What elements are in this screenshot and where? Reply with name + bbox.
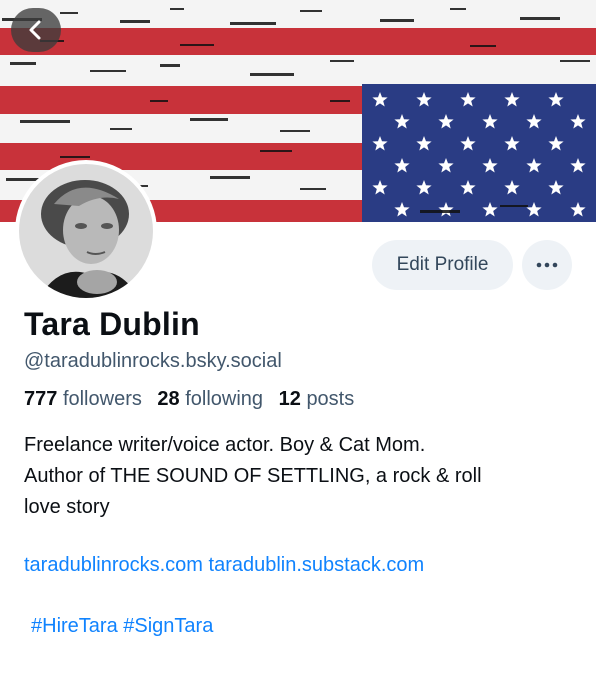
following-label: following: [185, 388, 264, 410]
profile-handle: @taradublinrocks.bsky.social: [24, 350, 282, 372]
bio-line: Freelance writer/voice actor. Boy & Cat …: [24, 434, 426, 456]
followers-count: 777: [24, 388, 58, 410]
followers-stat[interactable]: 777 followers: [24, 388, 142, 410]
avatar-photo: [19, 164, 153, 298]
hashtag-link[interactable]: #HireTara: [31, 615, 118, 637]
more-options-button[interactable]: [522, 240, 572, 290]
profile-hashtags: #HireTara #SignTara: [31, 615, 213, 638]
following-count: 28: [157, 388, 180, 410]
avatar[interactable]: [15, 160, 157, 302]
following-stat[interactable]: 28 following: [157, 388, 263, 410]
ellipsis-icon: [536, 262, 558, 268]
back-button[interactable]: [11, 8, 61, 52]
posts-count: 12: [278, 388, 301, 410]
substack-link[interactable]: taradublin.substack.com: [209, 554, 425, 576]
website-link[interactable]: taradublinrocks.com: [24, 554, 203, 576]
chevron-left-icon: [29, 20, 41, 40]
edit-profile-button[interactable]: Edit Profile: [372, 240, 513, 290]
profile-bio: Freelance writer/voice actor. Boy & Cat …: [24, 430, 584, 523]
bio-line: love story: [24, 496, 110, 518]
profile-stats: 777 followers 28 following 12 posts: [24, 388, 364, 411]
hashtag-link[interactable]: #SignTara: [123, 615, 213, 637]
posts-label: posts: [306, 388, 355, 410]
followers-label: followers: [62, 388, 142, 410]
bio-line: Author of THE SOUND OF SETTLING, a rock …: [24, 465, 482, 487]
posts-stat: 12 posts: [279, 388, 355, 410]
profile-links: taradublinrocks.com taradublin.substack.…: [24, 554, 424, 577]
display-name: Tara Dublin: [24, 306, 200, 342]
